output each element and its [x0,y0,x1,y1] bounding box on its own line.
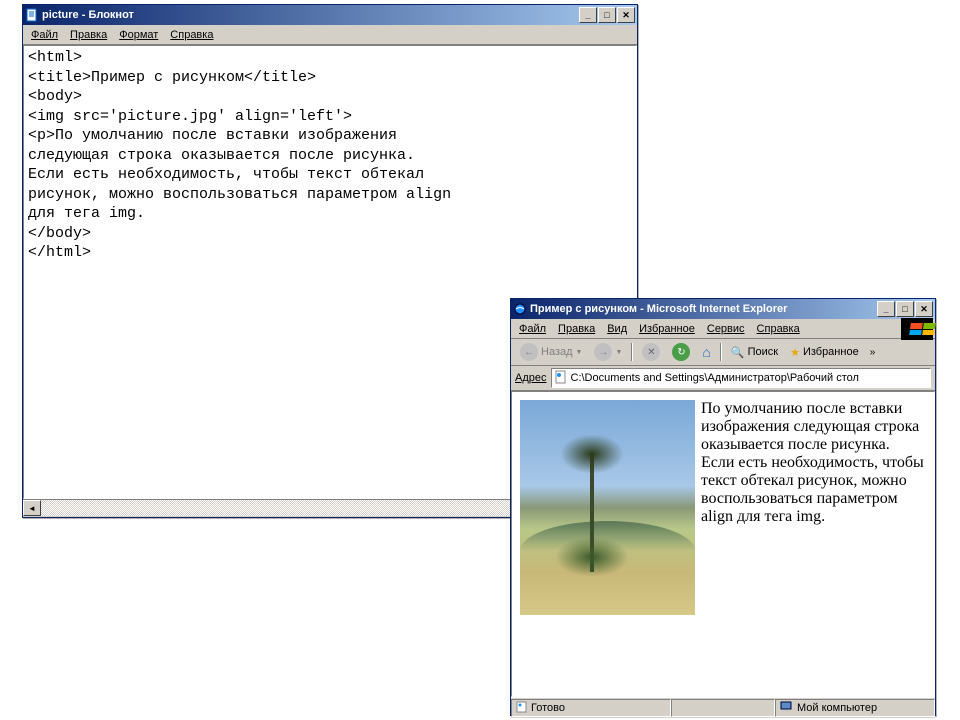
status-panel: Готово [511,699,671,717]
forward-arrow-icon: → [594,343,612,361]
windows-logo-icon [901,318,933,340]
body-text: По умолчанию после вставки изображения с… [701,400,924,525]
search-label: Поиск [748,346,778,358]
menu-help[interactable]: Справка [751,321,806,337]
close-button[interactable]: ✕ [915,301,933,317]
done-icon [516,701,528,716]
menu-tools[interactable]: Сервис [701,321,751,337]
back-label: Назад [541,346,573,358]
zone-text: Мой компьютер [797,702,877,714]
refresh-icon: ↻ [672,343,690,361]
home-icon: ⌂ [702,344,710,360]
ie-icon [513,302,527,316]
ie-titlebar[interactable]: Пример с рисунком - Microsoft Internet E… [511,299,935,319]
menu-edit[interactable]: Правка [552,321,601,337]
menu-file[interactable]: Файл [513,321,552,337]
favorites-button[interactable]: ★ Избранное [785,341,864,363]
zone-panel: Мой компьютер [775,699,935,717]
minimize-button[interactable]: _ [877,301,895,317]
status-text: Готово [531,702,565,714]
address-value: C:\Documents and Settings\Администратор\… [571,372,859,384]
refresh-button[interactable]: ↻ [667,341,695,363]
scroll-left-icon[interactable]: ◄ [23,500,41,516]
menu-file[interactable]: Файл [25,27,64,43]
home-button[interactable]: ⌂ [697,341,715,363]
notepad-titlebar[interactable]: picture - Блокнот _ □ ✕ [23,5,637,25]
page-icon [554,370,568,387]
stop-icon: ✕ [642,343,660,361]
minimize-button[interactable]: _ [579,7,597,23]
computer-icon [780,701,794,716]
search-button[interactable]: 🔍 Поиск [726,341,783,363]
notepad-title: picture - Блокнот [42,9,579,21]
notepad-icon [25,8,39,22]
search-icon: 🔍 [731,346,745,359]
close-button[interactable]: ✕ [617,7,635,23]
star-icon: ★ [790,346,800,359]
menu-format[interactable]: Формат [113,27,164,43]
menu-help[interactable]: Справка [164,27,219,43]
maximize-button[interactable]: □ [598,7,616,23]
toolbar-overflow-icon[interactable]: » [866,347,880,358]
ie-viewport[interactable]: По умолчанию после вставки изображения с… [511,391,935,697]
address-input[interactable]: C:\Documents and Settings\Администратор\… [551,368,932,388]
ie-title: Пример с рисунком - Microsoft Internet E… [530,303,877,315]
ie-statusbar: Готово Мой компьютер [511,697,935,718]
menu-view[interactable]: Вид [601,321,633,337]
ie-addressbar: Адрес C:\Documents and Settings\Админист… [511,366,935,391]
favorites-label: Избранное [803,346,859,358]
menu-favorites[interactable]: Избранное [633,321,701,337]
ie-window: Пример с рисунком - Microsoft Internet E… [510,298,936,716]
embedded-image [520,400,695,615]
stop-button[interactable]: ✕ [637,341,665,363]
back-arrow-icon: ← [520,343,538,361]
menu-edit[interactable]: Правка [64,27,113,43]
back-button[interactable]: ← Назад ▼ [515,341,587,363]
ie-menubar: Файл Правка Вид Избранное Сервис Справка [511,319,935,339]
address-label: Адрес [515,372,547,384]
notepad-menubar: Файл Правка Формат Справка [23,25,637,45]
forward-button[interactable]: → ▼ [589,341,627,363]
ie-toolbar: ← Назад ▼ → ▼ ✕ ↻ ⌂ 🔍 Поиск ★ Избранное … [511,339,935,366]
maximize-button[interactable]: □ [896,301,914,317]
